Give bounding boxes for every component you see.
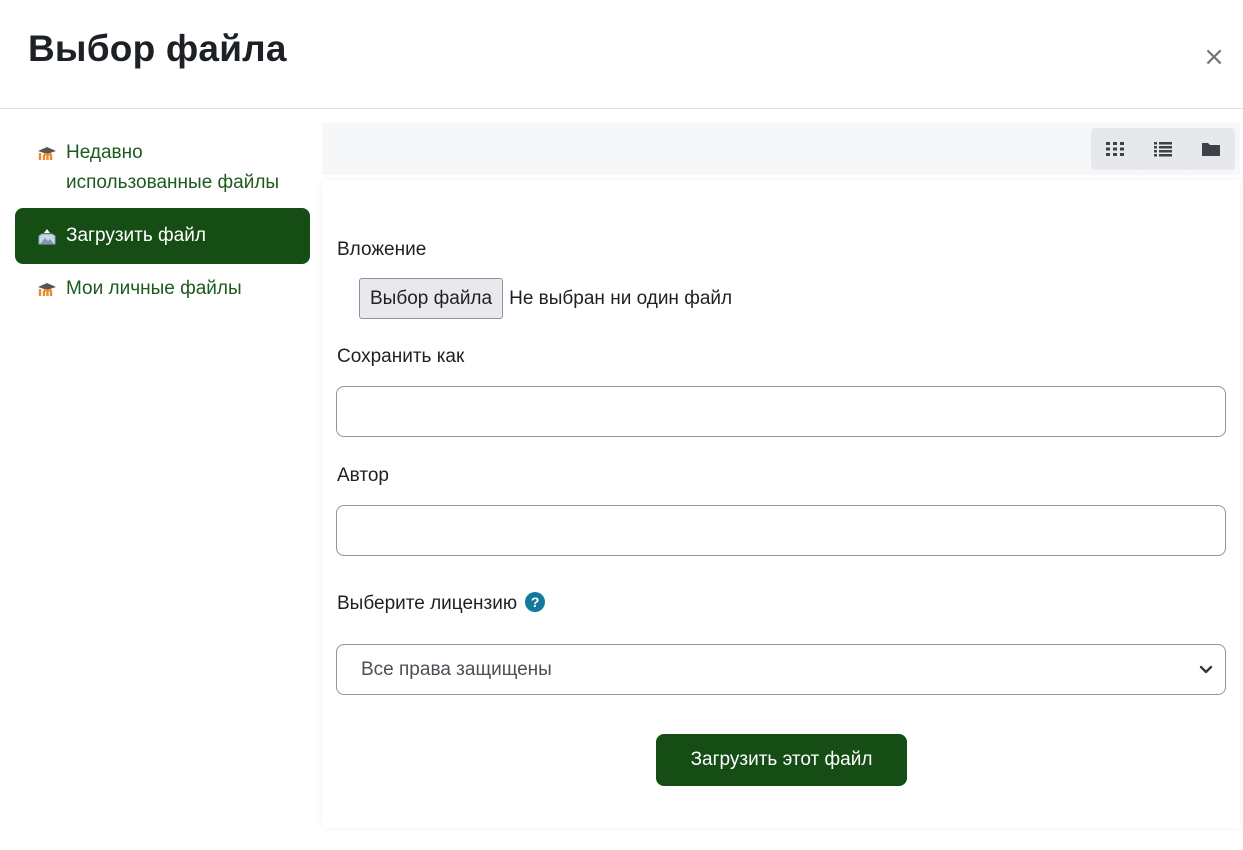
choose-file-button[interactable]: Выбор файла — [359, 278, 504, 319]
dialog-title: Выбор файла — [28, 28, 287, 69]
view-mode-group — [1091, 128, 1235, 170]
sidebar-item-private-files[interactable]: Мои личные файлы — [15, 266, 310, 312]
attachment-label: Вложение — [337, 239, 427, 260]
upload-form: Вложение Выбор файла Не выбран ни один ф… — [322, 180, 1240, 828]
author-label: Автор — [337, 465, 389, 486]
close-button[interactable]: × — [1199, 42, 1229, 72]
license-label: Выберите лицензию — [337, 593, 518, 614]
save-as-label: Сохранить как — [337, 346, 465, 367]
file-input-row: Выбор файла Не выбран ни один файл — [359, 278, 732, 319]
upload-icon — [37, 221, 59, 251]
folder-view-icon — [1202, 143, 1220, 156]
sidebar-item-recent-files[interactable]: Недавно использованные файлы — [15, 130, 310, 206]
sidebar-item-label: Загрузить файл — [66, 225, 206, 246]
list-view-icon — [1153, 142, 1172, 157]
sidebar-item-upload-file[interactable]: Загрузить файл — [15, 208, 310, 264]
list-view-button[interactable] — [1139, 128, 1187, 170]
author-input[interactable] — [336, 505, 1226, 556]
upload-this-file-button[interactable]: Загрузить этот файл — [656, 734, 907, 786]
file-picker-dialog: Выбор файла × Недавно использованные фай… — [0, 0, 1243, 850]
license-select[interactable]: Все права защищены — [336, 644, 1226, 695]
question-circle-icon[interactable]: ? — [525, 591, 546, 612]
license-label-row: Выберите лицензию? — [337, 591, 546, 615]
grid-view-icon — [1105, 142, 1124, 156]
grid-view-button[interactable] — [1091, 128, 1139, 170]
folder-view-button[interactable] — [1187, 128, 1235, 170]
sidebar-item-label: Недавно использованные файлы — [66, 142, 280, 193]
moodle-logo-icon — [37, 138, 59, 168]
sidebar-item-label: Мои личные файлы — [66, 278, 242, 299]
save-as-input[interactable] — [336, 386, 1226, 437]
license-selected-value: Все права защищены — [361, 658, 552, 680]
moodle-logo-icon — [37, 274, 59, 304]
dialog-header: Выбор файла × — [0, 0, 1243, 109]
repository-sidebar: Недавно использованные файлы Загрузить ф… — [15, 130, 310, 312]
chevron-down-icon — [1199, 665, 1213, 673]
view-toolbar — [322, 123, 1240, 175]
file-status-text: Не выбран ни один файл — [509, 287, 733, 309]
